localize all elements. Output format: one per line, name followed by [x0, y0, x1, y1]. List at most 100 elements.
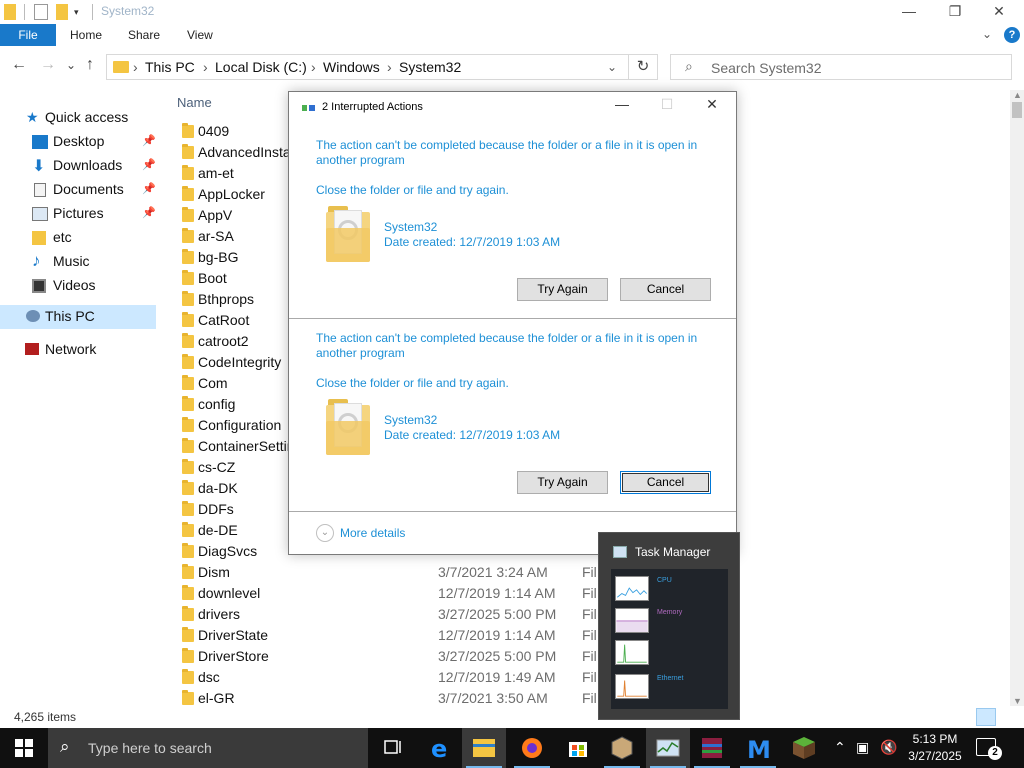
taskbar-app-task-manager[interactable]	[646, 728, 690, 768]
sidebar-item-downloads[interactable]: ⬇ Downloads 📌	[0, 154, 156, 178]
breadcrumb-system32[interactable]: System32	[399, 59, 461, 75]
sidebar-item-label: Network	[45, 341, 97, 357]
recent-locations-button[interactable]: ⌄	[66, 58, 76, 72]
search-input[interactable]: ⌕ Search System32	[670, 54, 1012, 80]
taskbar-app-box[interactable]	[600, 728, 644, 768]
sidebar-item-label: Quick access	[45, 109, 129, 125]
task-manager-thumbnail[interactable]: Task Manager CPU Memory Ethernet	[598, 532, 740, 720]
breadcrumb-local-disk[interactable]: Local Disk (C:)	[215, 59, 307, 75]
folder-icon	[182, 207, 194, 222]
clock-time[interactable]: 5:13 PM	[910, 732, 960, 746]
back-button[interactable]: ←	[11, 56, 27, 74]
try-again-button[interactable]: Try Again	[517, 278, 608, 301]
taskbar-app-minecraft[interactable]	[782, 728, 826, 768]
sidebar-item-videos[interactable]: Videos	[0, 274, 156, 298]
scroll-down-icon[interactable]: ▼	[1013, 696, 1022, 706]
star-icon: ★	[26, 109, 39, 125]
network-tray-icon[interactable]: ▣	[856, 739, 869, 756]
file-row[interactable]: Dism 3/7/2021 3:24 AM File	[178, 562, 998, 583]
show-hidden-icons-button[interactable]: ⌃	[834, 739, 846, 756]
taskbar-search-input[interactable]: ⌕ Type here to search	[48, 728, 368, 768]
search-placeholder: Search System32	[711, 60, 822, 76]
refresh-button[interactable]: ↻	[628, 54, 658, 80]
folder-icon	[182, 690, 194, 705]
clock-date[interactable]: 3/27/2025	[905, 749, 965, 763]
more-details-link[interactable]: More details	[340, 526, 405, 540]
tab-home[interactable]: Home	[70, 24, 102, 46]
file-row[interactable]: DriverState 12/7/2019 1:14 AM File	[178, 625, 998, 646]
file-date-modified: 3/27/2025 5:00 PM	[438, 648, 557, 664]
breadcrumb-this-pc[interactable]: This PC	[145, 59, 195, 75]
minimize-button[interactable]: —	[886, 0, 932, 24]
help-icon[interactable]: ?	[1004, 27, 1020, 43]
scroll-up-icon[interactable]: ▲	[1013, 90, 1022, 100]
task-view-button[interactable]	[370, 728, 414, 768]
vertical-scrollbar[interactable]: ▲ ▼	[1010, 90, 1024, 706]
error-message: The action can't be completed because th…	[316, 138, 698, 167]
maximize-button[interactable]: ❐	[932, 0, 978, 24]
expand-ribbon-icon[interactable]: ⌄	[982, 27, 992, 41]
taskbar-app-edge[interactable]: e	[418, 728, 462, 768]
sidebar-item-network[interactable]: Network	[0, 338, 156, 362]
column-header-name[interactable]: Name	[177, 95, 212, 110]
breadcrumb-separator: ›	[311, 59, 316, 75]
large-icons-view-icon[interactable]	[1000, 708, 1020, 726]
breadcrumb-windows[interactable]: Windows	[323, 59, 380, 75]
taskbar-app-file-explorer[interactable]	[462, 728, 506, 768]
taskbar-app-winrar[interactable]	[690, 728, 734, 768]
sidebar-item-pictures[interactable]: Pictures 📌	[0, 202, 156, 226]
tab-view[interactable]: View	[187, 24, 213, 46]
up-button[interactable]: ↑	[86, 56, 94, 74]
close-button[interactable]: ✕	[976, 0, 1022, 24]
folder-icon	[182, 417, 194, 432]
sidebar-item-this-pc[interactable]: This PC	[0, 305, 156, 329]
sidebar-item-music[interactable]: ♪ Music	[0, 250, 156, 274]
taskbar-app-malwarebytes[interactable]: M	[736, 728, 780, 768]
file-name: Bthprops	[198, 291, 255, 307]
dialog-minimize-button[interactable]: —	[602, 96, 642, 118]
sidebar-item-documents[interactable]: Documents 📌	[0, 178, 156, 202]
customize-toolbar-icon[interactable]: ▾	[74, 4, 84, 20]
breadcrumb-separator: ›	[387, 59, 392, 75]
file-type: File	[582, 585, 596, 601]
details-view-icon[interactable]	[976, 708, 996, 726]
cancel-button[interactable]: Cancel	[620, 471, 711, 494]
search-icon: ⌕	[60, 737, 70, 756]
music-icon: ♪	[32, 251, 41, 270]
sidebar-item-quick-access[interactable]: ★ Quick access	[0, 106, 156, 130]
try-again-button[interactable]: Try Again	[517, 471, 608, 494]
file-type: File	[582, 648, 596, 664]
cancel-button[interactable]: Cancel	[620, 278, 711, 301]
file-date-modified: 3/7/2021 3:50 AM	[438, 690, 548, 706]
properties-icon[interactable]	[34, 4, 48, 20]
dialog-close-button[interactable]: ✕	[692, 96, 732, 118]
thumbnail-preview[interactable]: CPU Memory Ethernet	[611, 569, 728, 709]
more-details-chevron-icon[interactable]: ⌄	[316, 524, 334, 542]
file-name: am-et	[198, 165, 234, 181]
folder-icon	[182, 228, 194, 243]
taskbar-app-store[interactable]	[556, 728, 600, 768]
sidebar-item-etc[interactable]: etc	[0, 226, 156, 250]
tab-file[interactable]: File	[0, 24, 56, 46]
new-folder-icon[interactable]	[56, 4, 68, 20]
address-bar[interactable]: › This PC › Local Disk (C:) › Windows › …	[106, 54, 658, 80]
scroll-thumb[interactable]	[1012, 102, 1022, 118]
sidebar-item-desktop[interactable]: Desktop 📌	[0, 130, 156, 154]
file-date-modified: 3/7/2021 3:24 AM	[438, 564, 548, 580]
file-row[interactable]: drivers 3/27/2025 5:00 PM File	[178, 604, 998, 625]
file-row[interactable]: DriverStore 3/27/2025 5:00 PM File	[178, 646, 998, 667]
tab-share[interactable]: Share	[128, 24, 160, 46]
sidebar-item-label: Downloads	[53, 157, 123, 173]
start-button[interactable]	[0, 728, 48, 768]
pin-icon: 📌	[142, 135, 156, 147]
forward-button[interactable]: →	[40, 56, 56, 74]
file-row[interactable]: downlevel 12/7/2019 1:14 AM File	[178, 583, 998, 604]
volume-muted-icon[interactable]: 🔇	[880, 739, 897, 756]
divider	[289, 318, 736, 319]
folder-icon	[182, 312, 194, 327]
file-row[interactable]: dsc 12/7/2019 1:49 AM File	[178, 667, 998, 688]
ethernet-graph: Ethernet	[615, 673, 725, 701]
taskbar-app-firefox[interactable]	[510, 728, 554, 768]
address-dropdown-icon[interactable]: ⌄	[607, 60, 617, 74]
documents-icon	[34, 183, 46, 197]
